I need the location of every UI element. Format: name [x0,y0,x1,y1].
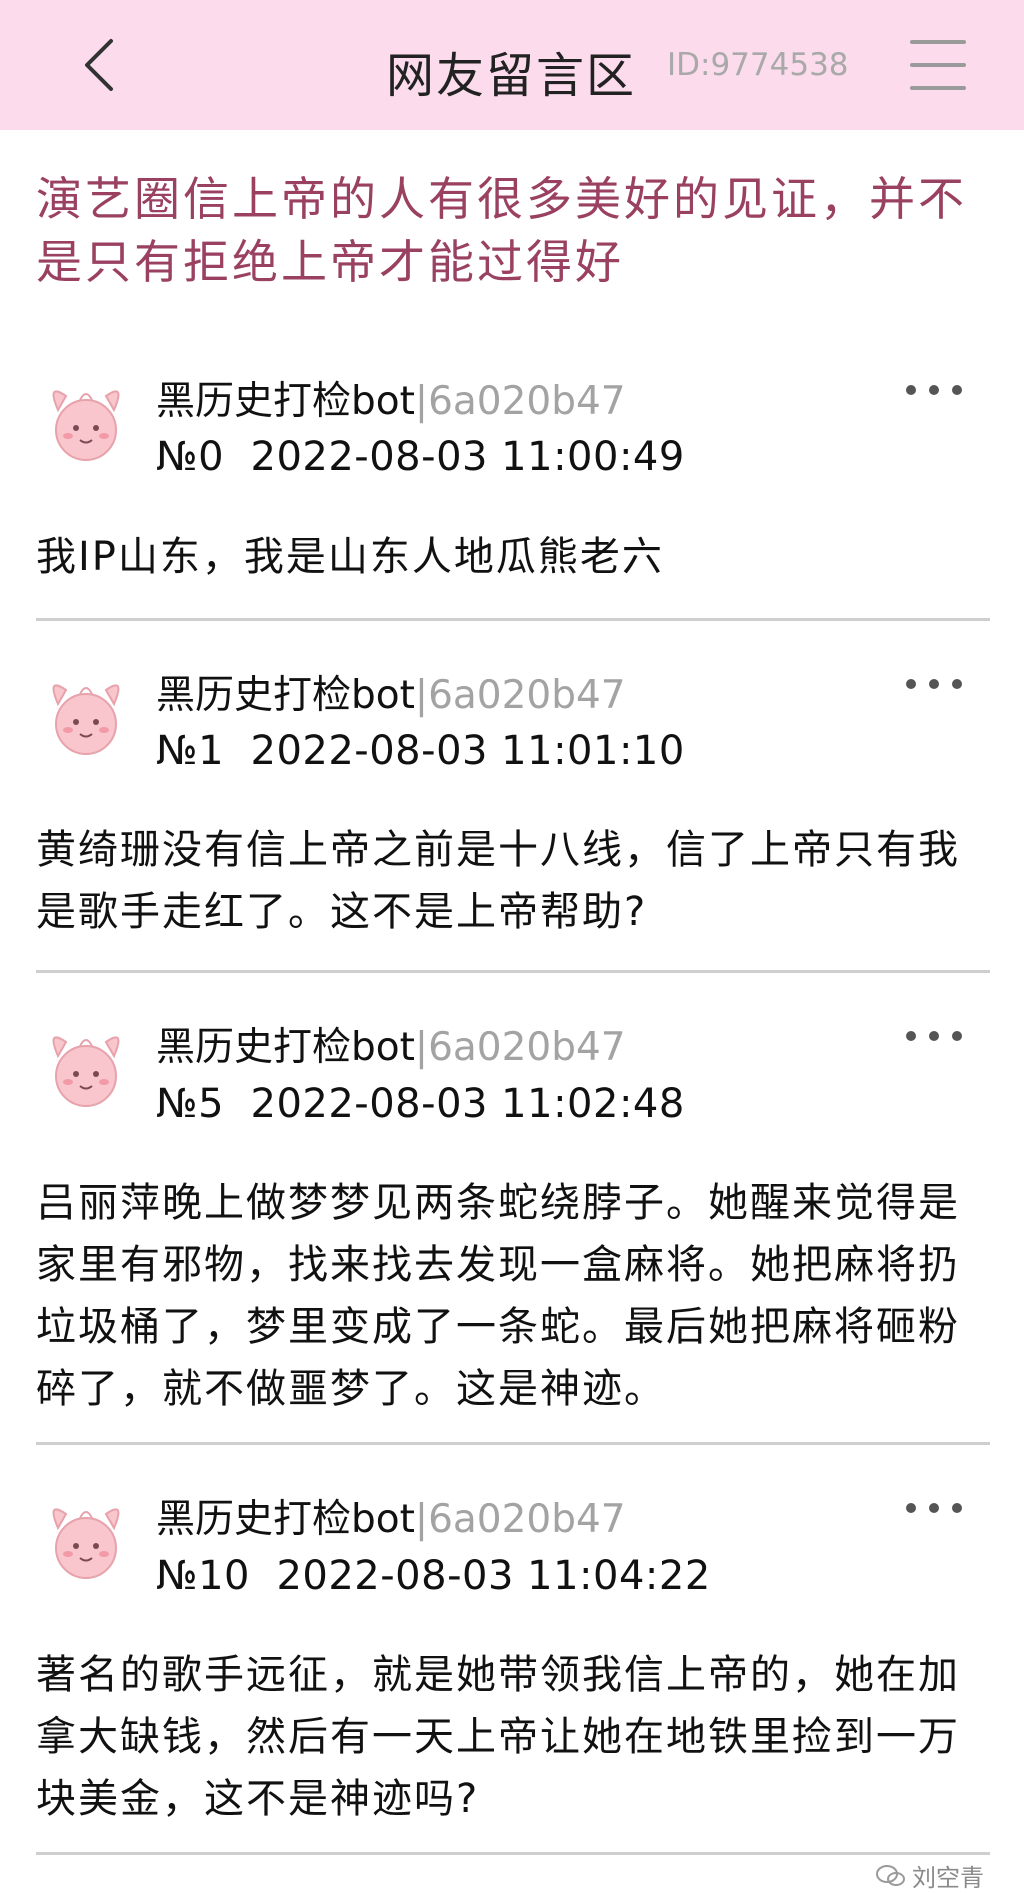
username-text: 黑历史打检bot [156,379,415,424]
comment-text: 著名的歌手远征，就是她带领我信上帝的，她在加拿大缺钱，然后有一天上帝让她在地铁里… [36,1652,960,1822]
more-dots-icon [906,1031,916,1041]
user-hash: 6a020b47 [428,1497,626,1542]
comment-username[interactable]: 黑历史打检bot|6a020b47 [156,1488,626,1544]
divider [36,1852,990,1855]
comment-timestamp: 2022-08-03 11:04:22 [276,1553,711,1599]
comment-meta: №10 2022-08-03 11:04:22 [156,1553,711,1599]
more-options-button[interactable] [906,1022,962,1050]
watermark-text: 刘空青 [912,1864,984,1892]
more-dots-icon [906,679,916,689]
username-separator: | [414,673,429,718]
comment-username[interactable]: 黑历史打检bot|6a020b47 [156,664,626,720]
more-options-button[interactable] [906,1494,962,1522]
more-dots-icon [952,679,962,689]
hamburger-line-icon [910,86,966,90]
more-dots-icon [929,1503,939,1513]
username-separator: | [414,1025,429,1070]
menu-button[interactable] [908,36,972,94]
user-hash: 6a020b47 [428,1025,626,1070]
clefairy-avatar [52,684,120,755]
username-separator: | [414,379,429,424]
clefairy-avatar [52,1036,120,1107]
more-options-button[interactable] [906,670,962,698]
username-text: 黑历史打检bot [156,1025,415,1070]
user-hash: 6a020b47 [428,673,626,718]
thread-id-label: ID:9774538 [667,47,849,83]
comment-timestamp: 2022-08-03 11:00:49 [250,434,685,480]
comment-timestamp: 2022-08-03 11:02:48 [250,1081,685,1127]
comment-text: 黄绮珊没有信上帝之前是十八线，信了上帝只有我是歌手走红了。这不是上帝帮助? [36,827,960,935]
clefairy-avatar [52,1508,120,1579]
more-dots-icon [952,385,962,395]
comment-number: №0 [156,434,225,480]
comment-timestamp: 2022-08-03 11:01:10 [250,728,685,774]
more-dots-icon [929,385,939,395]
more-dots-icon [929,1031,939,1041]
page-title: 网友留言区 [386,48,637,104]
top-bar: 网友留言区 ID:9774538 [0,0,1024,130]
comment-meta: №0 2022-08-03 11:00:49 [156,434,685,480]
username-text: 黑历史打检bot [156,1497,415,1542]
hamburger-line-icon [910,63,966,67]
username-separator: | [414,1497,429,1542]
comment-username[interactable]: 黑历史打检bot|6a020b47 [156,1016,626,1072]
comment-meta: №5 2022-08-03 11:02:48 [156,1081,685,1127]
more-options-button[interactable] [906,376,962,404]
comment-text: 我IP山东，我是山东人地瓜熊老六 [36,534,664,580]
more-dots-icon [906,1503,916,1513]
user-hash: 6a020b47 [428,379,626,424]
comment-number: №5 [156,1081,225,1127]
more-dots-icon [906,385,916,395]
username-text: 黑历史打检bot [156,673,415,718]
post-title: 演艺圈信上帝的人有很多美好的见证，并不是只有拒绝上帝才能过得好 [36,172,967,289]
hamburger-line-icon [910,40,966,44]
comment-meta: №1 2022-08-03 11:01:10 [156,728,685,774]
comment-number: №10 [156,1553,250,1599]
divider [36,1442,990,1445]
divider [36,970,990,973]
more-dots-icon [952,1503,962,1513]
comment-number: №1 [156,728,225,774]
comment-text: 吕丽萍晚上做梦梦见两条蛇绕脖子。她醒来觉得是家里有邪物，找来找去发现一盒麻将。她… [36,1180,960,1412]
more-dots-icon [929,679,939,689]
more-dots-icon [952,1031,962,1041]
watermark: 刘空青 [876,1858,984,1893]
wechat-icon [876,1864,905,1886]
back-button[interactable] [64,30,134,100]
comment-username[interactable]: 黑历史打检bot|6a020b47 [156,370,626,426]
chevron-left-icon [85,39,113,91]
clefairy-avatar [52,390,120,461]
divider [36,618,990,621]
